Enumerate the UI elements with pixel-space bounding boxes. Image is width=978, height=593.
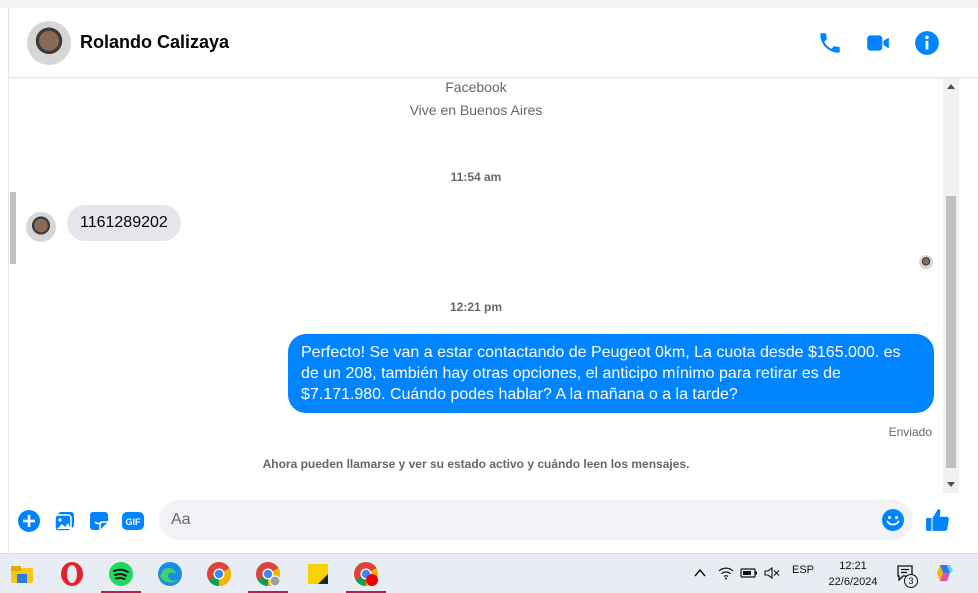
message-timestamp: 12:21 pm bbox=[449, 300, 503, 314]
system-clock[interactable]: 12:21 22/6/2024 bbox=[823, 558, 883, 590]
info-icon[interactable] bbox=[914, 30, 940, 56]
copilot-icon[interactable] bbox=[934, 562, 956, 584]
incoming-message[interactable]: 1161289202 bbox=[67, 205, 181, 241]
clock-date: 22/6/2024 bbox=[828, 576, 878, 588]
message-timestamp: 11:54 am bbox=[450, 170, 502, 184]
notification-count-badge: 3 bbox=[904, 574, 918, 588]
message-input-box[interactable] bbox=[159, 500, 913, 540]
contact-avatar[interactable] bbox=[27, 21, 71, 65]
call-status-notice: Ahora pueden llamarse y ver su estado ac… bbox=[262, 457, 690, 471]
image-icon[interactable] bbox=[53, 509, 77, 533]
window-top-strip bbox=[0, 0, 978, 8]
file-explorer-icon[interactable] bbox=[8, 560, 36, 588]
message-input[interactable] bbox=[171, 508, 871, 532]
message-status: Enviado bbox=[888, 425, 932, 439]
plus-icon[interactable] bbox=[17, 509, 41, 533]
message-composer: GIF bbox=[9, 498, 978, 553]
profile-platform: Facebook bbox=[445, 79, 507, 95]
opera-icon[interactable] bbox=[58, 560, 86, 588]
chat-scrollbar[interactable] bbox=[943, 78, 959, 493]
volume-muted-icon[interactable] bbox=[764, 566, 780, 580]
chat-window: Rolando Calizaya Facebook Vive en Buenos… bbox=[8, 8, 978, 553]
chevron-up-icon[interactable] bbox=[694, 568, 706, 578]
scroll-up-arrow[interactable] bbox=[947, 84, 955, 89]
svg-text:GIF: GIF bbox=[126, 517, 142, 527]
left-scrollbar[interactable] bbox=[9, 178, 17, 498]
chrome-profile-icon[interactable] bbox=[254, 560, 282, 588]
outgoing-message[interactable]: Perfecto! Se van a estar contactando de … bbox=[288, 334, 934, 413]
profile-location: Vive en Buenos Aires bbox=[409, 102, 543, 118]
chat-header: Rolando Calizaya bbox=[9, 8, 978, 78]
chrome-alt-icon[interactable] bbox=[352, 560, 380, 588]
video-icon[interactable] bbox=[865, 30, 891, 56]
sticker-icon[interactable] bbox=[87, 509, 111, 533]
sender-avatar[interactable] bbox=[26, 212, 56, 242]
contact-name[interactable]: Rolando Calizaya bbox=[80, 32, 229, 53]
phone-icon[interactable] bbox=[817, 30, 843, 56]
battery-icon[interactable] bbox=[740, 566, 758, 580]
clock-time: 12:21 bbox=[839, 560, 867, 572]
language-indicator[interactable]: ESP bbox=[792, 564, 814, 576]
like-icon[interactable] bbox=[925, 507, 951, 533]
edge-icon[interactable] bbox=[156, 560, 184, 588]
windows-taskbar: ESP 12:21 22/6/2024 3 bbox=[0, 553, 978, 593]
spotify-icon[interactable] bbox=[107, 560, 135, 588]
emoji-icon[interactable] bbox=[881, 508, 905, 532]
sticky-notes-icon[interactable] bbox=[304, 560, 332, 588]
gif-icon[interactable]: GIF bbox=[121, 509, 145, 533]
seen-avatar bbox=[919, 255, 933, 269]
scroll-down-arrow[interactable] bbox=[947, 482, 955, 487]
scroll-thumb[interactable] bbox=[946, 196, 956, 468]
wifi-icon[interactable] bbox=[718, 566, 734, 580]
chrome-icon[interactable] bbox=[205, 560, 233, 588]
